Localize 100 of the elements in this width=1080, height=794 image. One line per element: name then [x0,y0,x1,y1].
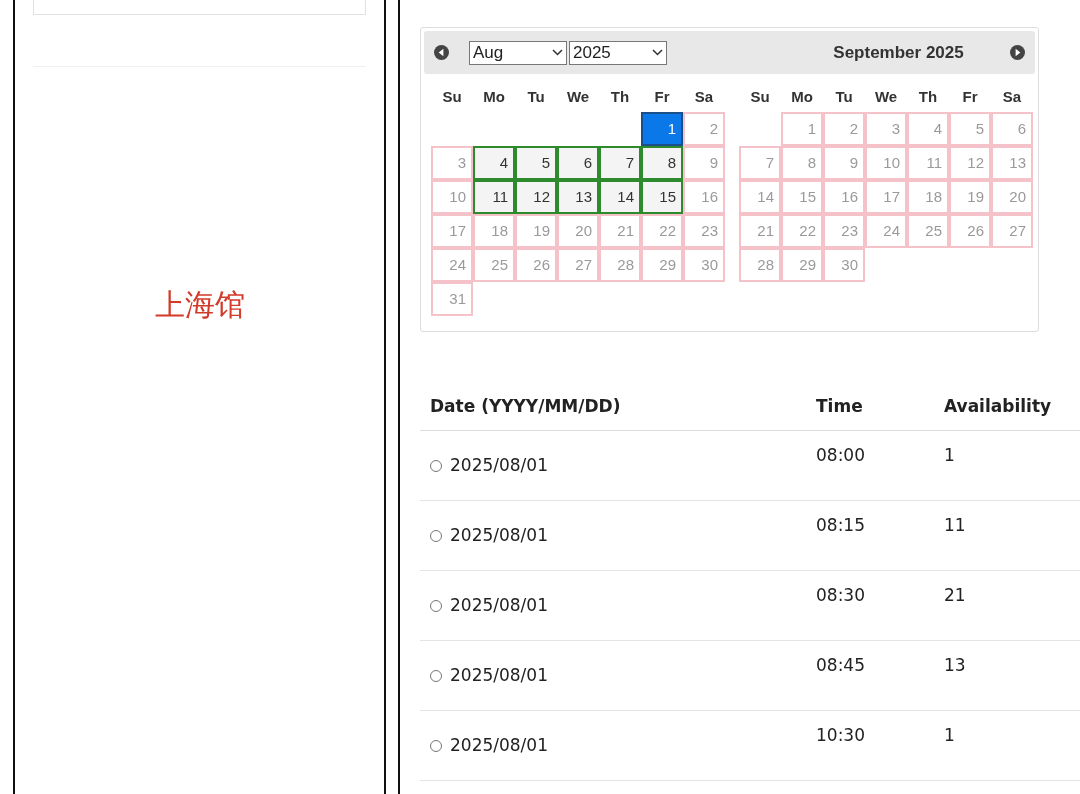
time-text: 08:45 [816,655,865,675]
availability-text: 1 [944,725,955,745]
weekday-label: Su [441,87,463,105]
availability-text: 11 [944,515,966,535]
calendar-day: 27 [557,248,599,282]
calendar-day[interactable]: 13 [557,180,599,214]
calendar-day: 18 [473,214,515,248]
calendar-day[interactable]: 4 [473,146,515,180]
calendar-day: 17 [865,180,907,214]
caret-icon [552,49,563,56]
calendar-day: 22 [641,214,683,248]
calendar-day[interactable]: 11 [473,180,515,214]
weekday-label: Mo [482,87,506,105]
weekday-label: Sa [693,87,715,105]
calendar-day: 21 [739,214,781,248]
calendar-day: 2 [823,112,865,146]
calendar-day: 3 [865,112,907,146]
weekday-label: Th [917,87,939,105]
calendar-day: 16 [683,180,725,214]
availability-text: 13 [944,655,966,675]
calendar-day: 21 [599,214,641,248]
calendar-day: 20 [991,180,1033,214]
calendar-day: 9 [683,146,725,180]
calendar-day: 29 [781,248,823,282]
month-select[interactable]: Aug [469,40,567,65]
calendar-day[interactable]: 6 [557,146,599,180]
calendar-day: 19 [949,180,991,214]
weekday-label: We [873,87,899,105]
calendar-day: 14 [739,180,781,214]
previous-icon[interactable] [434,45,449,60]
calendar-day: 12 [949,146,991,180]
weekday-label: Su [749,87,771,105]
calendar-day[interactable]: 14 [599,180,641,214]
calendar-day: 13 [991,146,1033,180]
calendar-day[interactable]: 12 [515,180,557,214]
calendar-day: 9 [823,146,865,180]
column-header: Availability [934,382,1080,431]
calendar-day: 28 [599,248,641,282]
calendar-day: 22 [781,214,823,248]
calendar-day: 24 [431,248,473,282]
column-header: Time [806,382,934,431]
availability-text: 1 [944,445,955,465]
calendar-day: 2 [683,112,725,146]
date-text: 2025/08/01 [450,665,548,685]
calendar-day: 10 [431,180,473,214]
calendar-day: 3 [431,146,473,180]
year-select[interactable]: 2025 [569,40,667,65]
weekday-label: Tu [834,87,854,105]
calendar-day: 30 [823,248,865,282]
calendar-day: 25 [473,248,515,282]
availability-text: 21 [944,585,966,605]
weekday-label: Th [609,87,631,105]
calendar-day: 20 [557,214,599,248]
calendar-day: 30 [683,248,725,282]
calendar-day[interactable]: 7 [599,146,641,180]
calendar-day: 31 [431,282,473,316]
calendar-day[interactable]: 1 [641,112,683,146]
calendar-day: 17 [431,214,473,248]
month-title: September 2025 [832,42,965,63]
date-text: 2025/08/01 [450,595,548,615]
calendar-day[interactable]: 5 [515,146,557,180]
calendar-day: 4 [907,112,949,146]
calendar-day: 8 [781,146,823,180]
weekday-label: Tu [526,87,546,105]
calendar-day: 23 [683,214,725,248]
calendar-day[interactable]: 8 [641,146,683,180]
calendar-day: 28 [739,248,781,282]
weekday-label: We [565,87,591,105]
weekday-label: Mo [790,87,814,105]
date-text: 2025/08/01 [450,455,548,475]
venue-name: 上海馆 [154,286,245,324]
time-text: 08:15 [816,515,865,535]
calendar-day[interactable]: 15 [641,180,683,214]
calendar-day: 24 [865,214,907,248]
calendar-day: 25 [907,214,949,248]
calendar-day: 6 [991,112,1033,146]
column-header: Date (YYYY/MM/DD) [420,382,806,431]
date-text: 2025/08/01 [450,525,548,545]
calendar-day: 5 [949,112,991,146]
weekday-label: Sa [1001,87,1023,105]
calendar-day: 16 [823,180,865,214]
calendar-day: 18 [907,180,949,214]
calendar-day: 23 [823,214,865,248]
time-text: 08:00 [816,445,865,465]
calendar-day: 27 [991,214,1033,248]
calendar-day: 29 [641,248,683,282]
time-text: 08:30 [816,585,865,605]
weekday-label: Fr [653,87,671,105]
calendar-day: 11 [907,146,949,180]
calendar-day: 1 [781,112,823,146]
date-text: 2025/08/01 [450,735,548,755]
calendar-day: 10 [865,146,907,180]
calendar-day: 26 [949,214,991,248]
weekday-label: Fr [961,87,979,105]
calendar-day: 26 [515,248,557,282]
calendar-day: 7 [739,146,781,180]
next-icon[interactable] [1010,45,1025,60]
time-text: 10:30 [816,725,865,745]
caret-icon [652,49,663,56]
calendar-day: 19 [515,214,557,248]
